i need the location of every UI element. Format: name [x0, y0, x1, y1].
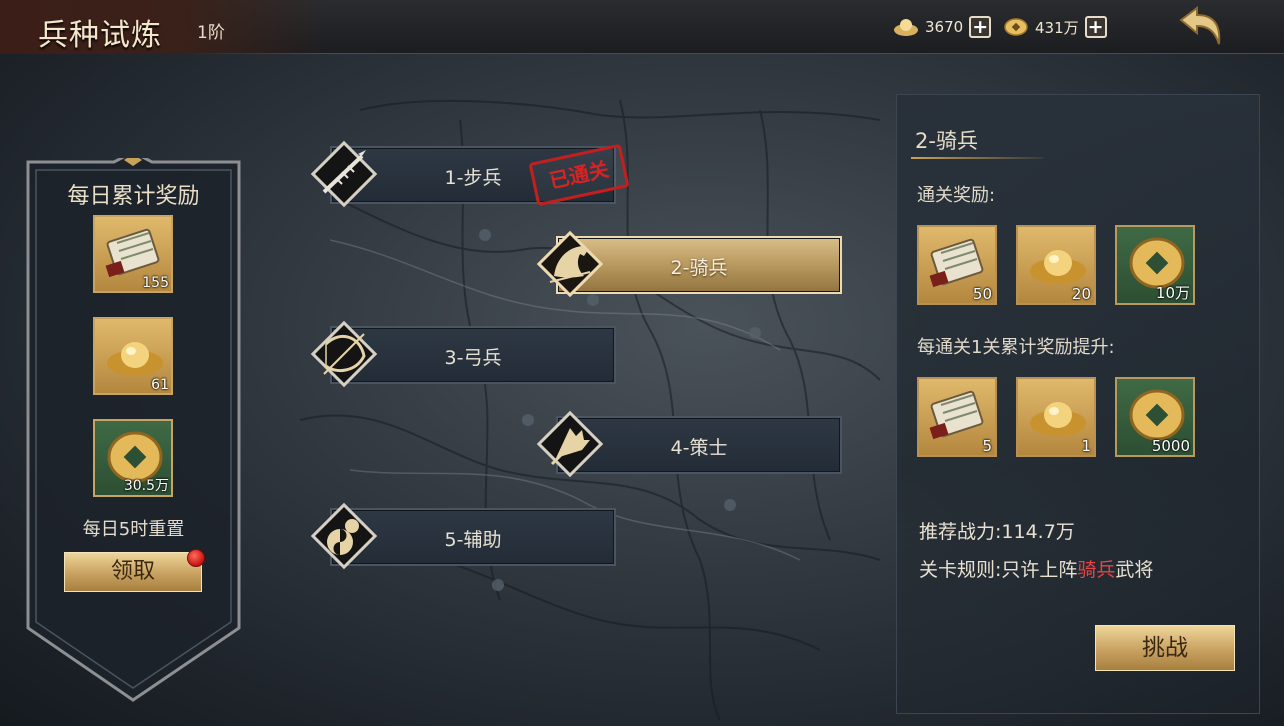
- item-count: 5: [982, 437, 992, 455]
- per-level-label: 每通关1关累计奖励提升:: [917, 337, 1115, 358]
- silver-resource: 3670 +: [893, 16, 992, 38]
- daily-reward-item-ingot[interactable]: 61: [93, 317, 173, 395]
- horse-icon: [532, 226, 608, 302]
- gold-ingot-icon: [1030, 250, 1086, 284]
- page-title: 兵种试炼: [38, 18, 162, 53]
- clear-reward-ingot[interactable]: 20: [1016, 225, 1096, 305]
- add-gold-button[interactable]: +: [1084, 16, 1107, 38]
- gold-amount: 431万: [1035, 18, 1079, 37]
- item-count: 5000: [1151, 437, 1190, 455]
- recommended-power: 推荐战力:114.7万: [919, 517, 1075, 544]
- add-silver-button[interactable]: +: [969, 16, 992, 38]
- item-count: 1: [1081, 437, 1091, 455]
- daily-reward-panel: 每日累计奖励 155 61 30.5万 每日5时重置 领取: [24, 158, 243, 704]
- rule-prefix: 关卡规则:只许上阵: [919, 559, 1078, 581]
- fan-icon: [532, 406, 608, 482]
- back-arrow-icon[interactable]: [1175, 4, 1227, 50]
- scroll-icon: [929, 238, 984, 288]
- item-count: 20: [1071, 285, 1091, 303]
- top-bar: 兵种试炼 1阶 3670 + 431万 +: [0, 0, 1284, 54]
- silver-amount: 3670: [925, 18, 964, 36]
- daily-reward-title: 每日累计奖励: [67, 184, 200, 209]
- gourd-icon: [306, 498, 382, 574]
- per-level-ingot[interactable]: 1: [1016, 377, 1096, 457]
- scroll-icon: [105, 228, 160, 278]
- clear-reward-coin[interactable]: 10万: [1115, 225, 1195, 305]
- rank-label: 1阶: [197, 23, 225, 43]
- gold-resource: 431万 +: [1003, 16, 1107, 38]
- clear-reward-scroll[interactable]: 50: [917, 225, 997, 305]
- per-level-coin[interactable]: 5000: [1115, 377, 1195, 457]
- spear-icon: [306, 136, 382, 212]
- daily-reward-item-coin[interactable]: 30.5万: [93, 419, 173, 497]
- claim-button[interactable]: 领取: [64, 552, 202, 592]
- bow-icon: [306, 316, 382, 392]
- gold-ingot-icon: [107, 342, 163, 376]
- power-value: 114.7万: [1001, 521, 1075, 543]
- silver-ingot-icon: [893, 17, 919, 37]
- rule-suffix: 武将: [1115, 559, 1154, 581]
- daily-reward-item-scroll[interactable]: 155: [93, 215, 173, 293]
- detail-title: 2-骑兵: [915, 129, 978, 153]
- item-count: 10万: [1155, 284, 1190, 302]
- reset-note: 每日5时重置: [82, 519, 185, 540]
- notification-dot: [187, 549, 205, 567]
- item-count: 50: [972, 285, 992, 303]
- stage-detail-panel: 2-骑兵 通关奖励: 50 20 10万 每通关1关累计奖励提升: 5 1 50…: [896, 94, 1260, 714]
- clear-reward-label: 通关奖励:: [917, 185, 996, 206]
- item-count: 155: [142, 275, 169, 291]
- challenge-button[interactable]: 挑战: [1095, 625, 1235, 671]
- per-level-scroll[interactable]: 5: [917, 377, 997, 457]
- rule-highlight: 骑兵: [1077, 559, 1116, 581]
- title-underline: [911, 157, 1043, 159]
- copper-coin-icon: [1129, 389, 1185, 441]
- scroll-icon: [929, 390, 984, 440]
- stage-rule: 关卡规则:只许上阵骑兵武将: [919, 555, 1153, 582]
- item-count: 61: [151, 377, 169, 393]
- power-label: 推荐战力:: [919, 521, 1002, 543]
- gold-ingot-icon: [1030, 402, 1086, 436]
- gold-coin-icon: [1003, 17, 1029, 37]
- item-count: 30.5万: [123, 478, 169, 494]
